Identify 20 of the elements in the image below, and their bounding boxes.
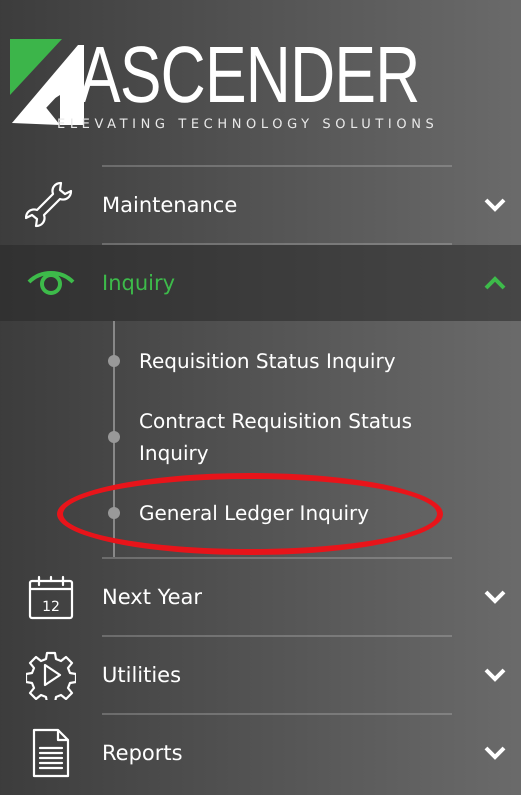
document-icon (31, 728, 71, 778)
gear-play-icon (26, 650, 76, 700)
menu-item[interactable]: 12 Next Year (0, 559, 521, 635)
submenu-link[interactable]: Requisition Status Inquiry (139, 345, 461, 377)
menu-item[interactable]: Reports (0, 715, 521, 791)
bullet-dot (108, 431, 120, 443)
bullet-dot (108, 507, 120, 519)
chevron-up-icon (483, 275, 507, 291)
chevron-down-icon (483, 589, 507, 605)
submenu-link[interactable]: General Ledger Inquiry (139, 497, 461, 529)
chevron-down-icon (483, 197, 507, 213)
eye-icon (27, 268, 75, 298)
bullet-dot (108, 355, 120, 367)
brand-name: ASCENDER (79, 33, 420, 117)
chevron-down-icon (483, 745, 507, 761)
menu-item[interactable]: Maintenance (0, 167, 521, 243)
submenu-link[interactable]: Contract Requisition Status Inquiry (139, 405, 461, 469)
chevron-down-icon (483, 667, 507, 683)
menu-item[interactable]: Utilities (0, 637, 521, 713)
menu-item[interactable]: Inquiry (0, 245, 521, 321)
